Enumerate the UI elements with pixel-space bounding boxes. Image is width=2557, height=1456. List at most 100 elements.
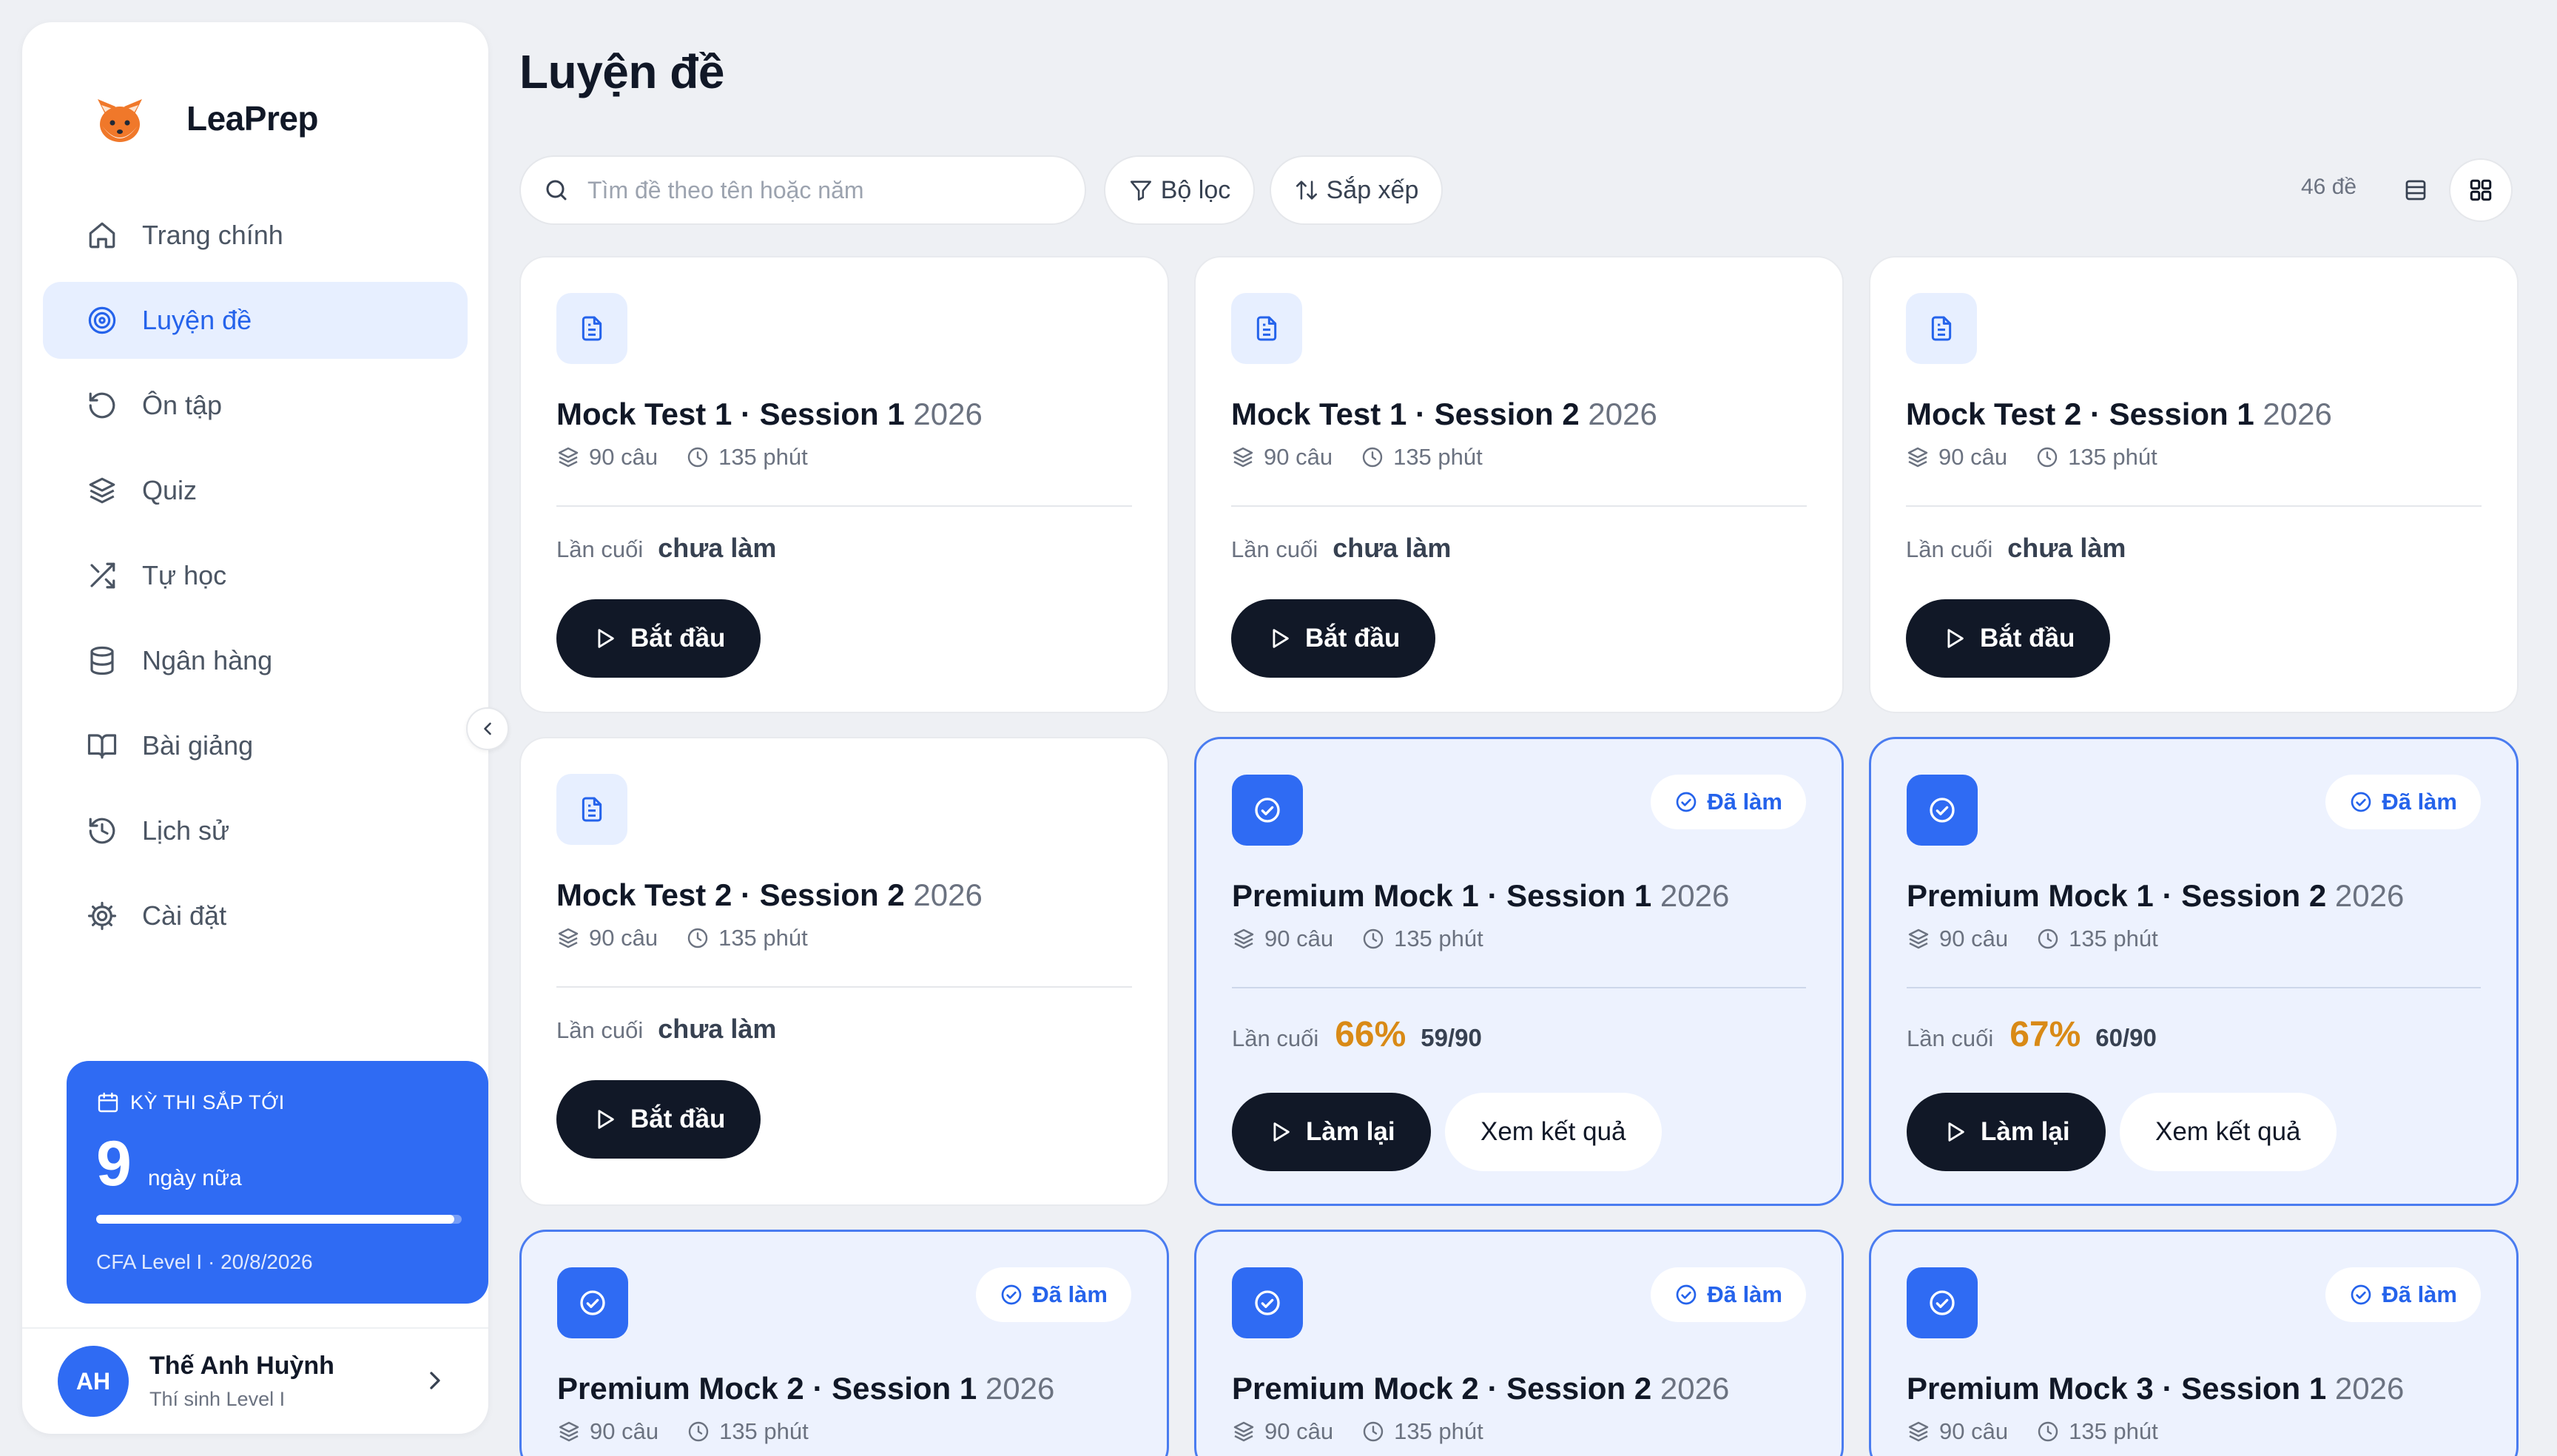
card-meta: 90 câu 135 phút [1231, 444, 1511, 471]
sidebar-item-self-study[interactable]: Tự học [43, 537, 468, 614]
days-remaining: 9 ngày nữa [96, 1128, 242, 1201]
card-title: Premium Mock 2 · Session 1 2026 [557, 1371, 1054, 1406]
play-icon [1941, 626, 1967, 651]
card-title-text: Premium Mock 3 · Session 1 [1907, 1371, 2327, 1406]
card-title: Premium Mock 3 · Session 1 2026 [1907, 1371, 2404, 1406]
sidebar-item-lectures[interactable]: Bài giảng [43, 707, 468, 784]
not-done-status: chưa làm [1333, 533, 1452, 563]
filter-button[interactable]: Bộ lọc [1104, 155, 1255, 225]
avatar: AH [58, 1346, 129, 1417]
grid-view-icon [2467, 177, 2494, 203]
clock-icon [686, 926, 710, 950]
test-card[interactable]: Mock Test 2 · Session 1 2026 90 câu 135 … [1869, 256, 2519, 713]
page-title: Luyện đề [519, 45, 724, 98]
card-meta: 90 câu 135 phút [1232, 1418, 1512, 1445]
card-divider [556, 505, 1132, 507]
layers-icon [1906, 445, 1930, 469]
play-icon [1267, 626, 1292, 651]
start-button[interactable]: Bắt đầu [1906, 599, 2111, 678]
test-card-completed[interactable]: Đã làm Premium Mock 2 · Session 1 2026 9… [519, 1230, 1169, 1456]
app-logo[interactable]: LeaPrep [75, 74, 319, 163]
sidebar-item-practice[interactable]: Luyện đề [43, 282, 468, 359]
sort-label: Sắp xếp [1326, 175, 1419, 204]
view-result-button[interactable]: Xem kết quả [1445, 1093, 1662, 1171]
card-title-text: Mock Test 1 · Session 1 [556, 397, 905, 431]
sidebar-item-history[interactable]: Lịch sử [43, 792, 468, 869]
book-open-icon [86, 729, 118, 762]
question-count: 90 câu [1264, 1418, 1334, 1444]
score-fraction: 59/90 [1421, 1024, 1482, 1051]
days-remaining-number: 9 [96, 1128, 132, 1199]
sidebar-item-home[interactable]: Trang chính [43, 197, 468, 274]
check-circle-icon [557, 1267, 628, 1338]
sidebar-item-label: Cài đặt [142, 900, 227, 931]
redo-button[interactable]: Làm lại [1232, 1093, 1431, 1171]
card-meta: 90 câu 135 phút [1907, 926, 2186, 952]
status-badge-label: Đã làm [1032, 1281, 1108, 1307]
status-badge-label: Đã làm [2382, 789, 2457, 815]
duration: 135 phút [2069, 1418, 2158, 1444]
sidebar-item-label: Bài giảng [142, 730, 254, 761]
sidebar-item-question-bank[interactable]: Ngân hàng [43, 622, 468, 699]
user-profile[interactable]: AH Thế Anh Huỳnh Thí sinh Level I [22, 1327, 488, 1434]
duration: 135 phút [1393, 444, 1483, 470]
view-result-label: Xem kết quả [1480, 1117, 1626, 1146]
test-card[interactable]: Mock Test 1 · Session 2 2026 90 câu 135 … [1194, 256, 1844, 713]
redo-label: Làm lại [1306, 1117, 1395, 1146]
test-card[interactable]: Mock Test 1 · Session 1 2026 90 câu 135 … [519, 256, 1169, 713]
sort-button[interactable]: Sắp xếp [1270, 155, 1443, 225]
test-card[interactable]: Mock Test 2 · Session 2 2026 90 câu 135 … [519, 737, 1169, 1206]
duration: 135 phút [1394, 1418, 1483, 1444]
layers-icon [1907, 1420, 1930, 1443]
upcoming-exam-card[interactable]: KỲ THI SẮP TỚI 9 ngày nữa CFA Level I · … [67, 1061, 488, 1304]
search-input[interactable] [587, 176, 1061, 204]
status-badge-label: Đã làm [1707, 1281, 1782, 1307]
start-button[interactable]: Bắt đầu [1231, 599, 1436, 678]
view-result-button[interactable]: Xem kết quả [2120, 1093, 2337, 1171]
card-title: Premium Mock 1 · Session 2 2026 [1907, 878, 2404, 914]
start-label: Bắt đầu [630, 624, 726, 653]
card-year: 2026 [913, 397, 983, 431]
card-title-text: Mock Test 1 · Session 2 [1231, 397, 1580, 431]
question-count: 90 câu [589, 925, 658, 951]
status-badge: Đã làm [976, 1267, 1131, 1322]
test-card-completed[interactable]: Đã làm Premium Mock 2 · Session 2 2026 9… [1194, 1230, 1844, 1456]
card-meta: 90 câu 135 phút [1907, 1418, 2186, 1445]
chevron-left-icon [477, 718, 498, 739]
last-attempt-label: Lần cuối [556, 1017, 644, 1043]
test-card-completed[interactable]: Đã làm Premium Mock 3 · Session 1 2026 9… [1869, 1230, 2519, 1456]
test-card-completed[interactable]: Đã làm Premium Mock 1 · Session 1 2026 9… [1194, 737, 1844, 1206]
card-divider [1906, 505, 2482, 507]
duration: 135 phút [1394, 926, 1483, 951]
card-year: 2026 [1660, 1371, 1730, 1406]
filter-label: Bộ lọc [1160, 175, 1231, 204]
question-count: 90 câu [1939, 926, 2009, 951]
chevron-right-icon[interactable] [420, 1366, 450, 1395]
play-icon [592, 1107, 617, 1132]
upcoming-exam-label: KỲ THI SẮP TỚI [130, 1091, 285, 1113]
sort-arrows-icon [1294, 178, 1319, 203]
grid-view-button[interactable] [2449, 158, 2513, 222]
sidebar-item-settings[interactable]: Cài đặt [43, 877, 468, 954]
card-year: 2026 [1588, 397, 1657, 431]
check-circle-icon [2349, 1283, 2373, 1307]
question-count: 90 câu [1938, 444, 2008, 470]
sidebar-item-quiz[interactable]: Quiz [43, 452, 468, 529]
search-box[interactable] [519, 155, 1086, 225]
clock-icon [2035, 445, 2059, 469]
redo-button[interactable]: Làm lại [1907, 1093, 2106, 1171]
home-icon [86, 219, 118, 252]
sidebar-collapse-button[interactable] [466, 707, 509, 750]
sidebar-item-review[interactable]: Ôn tập [43, 367, 468, 444]
database-icon [86, 644, 118, 677]
clock-icon [1361, 927, 1385, 951]
result-count: 46 đề [2301, 175, 2357, 199]
layers-icon [1232, 1420, 1256, 1443]
duration: 135 phút [718, 925, 808, 951]
history-icon [86, 815, 118, 847]
test-card-completed[interactable]: Đã làm Premium Mock 1 · Session 2 2026 9… [1869, 737, 2519, 1206]
start-button[interactable]: Bắt đầu [556, 1080, 761, 1159]
list-view-button[interactable] [2384, 158, 2447, 222]
user-role: Thí sinh Level I [149, 1388, 286, 1410]
start-button[interactable]: Bắt đầu [556, 599, 761, 678]
